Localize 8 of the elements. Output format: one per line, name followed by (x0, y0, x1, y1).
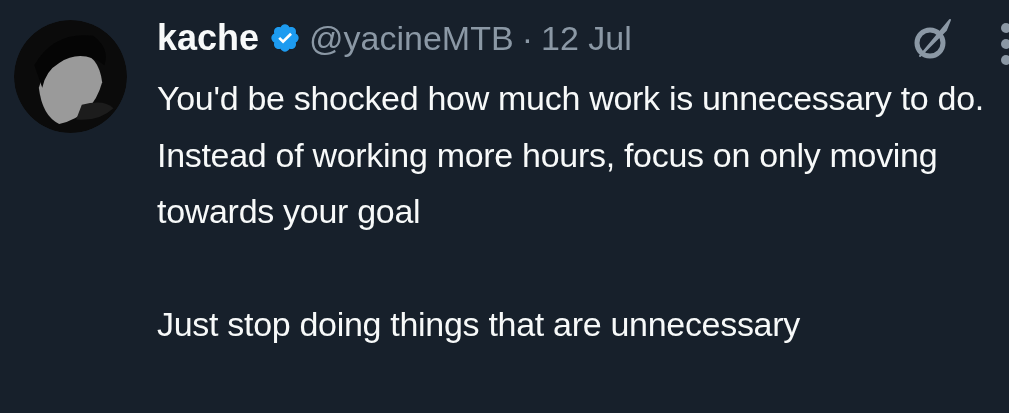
author-handle[interactable]: @yacineMTB (309, 18, 514, 58)
post-text: You'd be shocked how much work is unnecessary to do. Instead of working more hours, focus on only moving towards your goal (157, 78, 985, 232)
post-date[interactable]: 12 Jul (541, 18, 632, 58)
post-text: Just stop doing things that are unnecessary (157, 303, 801, 345)
author-name[interactable]: kache (157, 17, 260, 59)
avatar[interactable] (14, 20, 127, 133)
more-icon[interactable] (1000, 22, 1009, 66)
separator: · (521, 18, 533, 58)
